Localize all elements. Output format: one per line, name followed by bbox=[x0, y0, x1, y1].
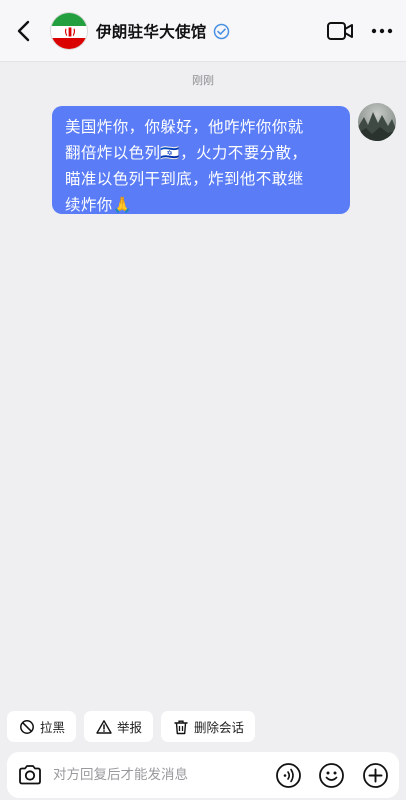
message-input[interactable] bbox=[53, 767, 253, 783]
report-button[interactable]: 举报 bbox=[84, 711, 154, 742]
message-line: 续炸你🙏 bbox=[65, 196, 133, 214]
plus-icon[interactable] bbox=[362, 762, 389, 789]
chat-header: 伊朗驻华大使馆 bbox=[0, 0, 406, 62]
block-button[interactable]: 拉黑 bbox=[7, 711, 77, 742]
message-timestamp: 刚刚 bbox=[192, 74, 214, 87]
more-icon[interactable] bbox=[370, 22, 394, 40]
message-line: 美国炸你，你躲好，他咋炸你你就 bbox=[65, 118, 304, 136]
message-line: 瞄准以色列干到底，炸到他不敢继 bbox=[65, 170, 304, 188]
report-label: 举报 bbox=[117, 720, 143, 735]
emoji-icon[interactable] bbox=[318, 762, 345, 789]
delete-chat-label: 删除会话 bbox=[194, 720, 245, 735]
warning-icon bbox=[96, 719, 112, 734]
chat-title[interactable]: 伊朗驻华大使馆 bbox=[96, 20, 207, 42]
message-input-bar bbox=[7, 752, 399, 798]
title-wrap[interactable]: 伊朗驻华大使馆 bbox=[96, 20, 230, 42]
voice-icon[interactable] bbox=[275, 762, 302, 789]
trash-icon bbox=[174, 720, 188, 734]
sender-avatar[interactable] bbox=[358, 103, 396, 141]
video-call-icon[interactable] bbox=[326, 20, 354, 42]
back-icon[interactable] bbox=[12, 17, 38, 45]
block-icon bbox=[20, 719, 34, 734]
message-line: 翻倍炸以色列🇮🇱，火力不要分散， bbox=[65, 144, 308, 162]
camera-icon[interactable] bbox=[17, 762, 43, 788]
message-bubble[interactable]: 美国炸你，你躲好，他咋炸你你就 翻倍炸以色列🇮🇱，火力不要分散， 瞄准以色列干到… bbox=[52, 106, 350, 214]
block-label: 拉黑 bbox=[40, 720, 66, 735]
verified-icon bbox=[213, 23, 229, 39]
quick-actions: 拉黑 举报 删除会话 bbox=[7, 711, 256, 742]
delete-chat-button[interactable]: 删除会话 bbox=[161, 711, 256, 742]
iran-flag-avatar[interactable] bbox=[50, 12, 88, 50]
